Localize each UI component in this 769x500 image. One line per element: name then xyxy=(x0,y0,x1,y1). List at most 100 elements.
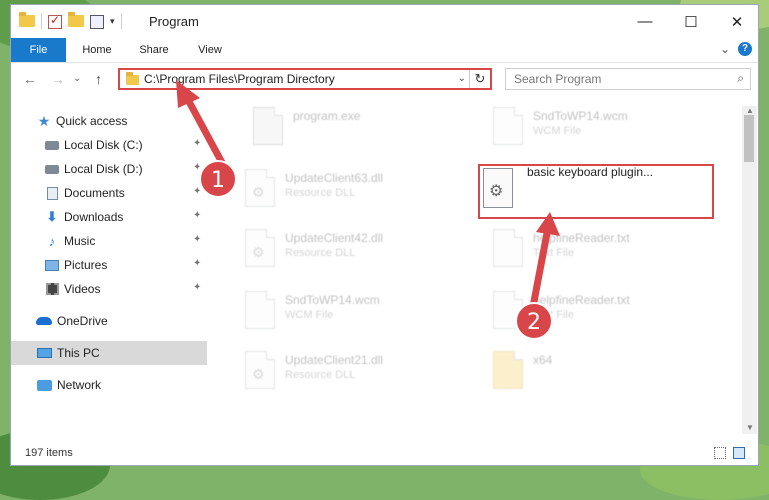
scrollbar-thumb[interactable] xyxy=(744,115,754,162)
file-name: UpdateClient42.dll xyxy=(285,231,384,245)
sidebar-item-label: Quick access xyxy=(56,114,128,128)
star-icon: ★ xyxy=(37,112,51,129)
file-name: SndToWP14.wcm xyxy=(533,109,628,123)
sidebar-item-pictures[interactable]: Pictures ✦ xyxy=(11,253,207,277)
file-tile[interactable]: UpdateClient63.dll Resource DLL xyxy=(237,165,477,221)
sidebar-item-onedrive[interactable]: OneDrive xyxy=(11,309,207,333)
sidebar-item-documents[interactable]: Documents ✦ xyxy=(11,181,207,205)
pin-icon[interactable]: ✦ xyxy=(193,258,201,269)
toolbar-divider xyxy=(41,13,42,29)
maximize-button[interactable]: ☐ xyxy=(668,5,714,38)
expand-ribbon-icon[interactable]: ⌄ xyxy=(720,42,730,56)
folder-icon xyxy=(19,12,35,29)
folder-icon xyxy=(493,351,523,389)
address-bar[interactable]: C:\Program Files\Program Directory ⌄ ↻ xyxy=(118,68,492,90)
pin-icon[interactable]: ✦ xyxy=(193,282,201,293)
folder-icon xyxy=(126,72,139,85)
file-explorer-window: ▾ Program — ☐ ✕ File Home Share View ⌄ ?… xyxy=(10,4,759,466)
sidebar-item-label: This PC xyxy=(57,346,100,360)
downloads-icon: ⬇ xyxy=(46,209,58,224)
highlighted-file-name[interactable]: basic keyboard plugin... xyxy=(527,165,653,179)
new-folder-icon[interactable] xyxy=(68,12,84,29)
pin-icon[interactable]: ✦ xyxy=(193,138,201,149)
address-row: ← → ⌄ ↑ C:\Program Files\Program Directo… xyxy=(11,63,758,95)
dll-gear-icon[interactable] xyxy=(483,168,513,208)
file-tile[interactable]: helpfineReader.txt Text File xyxy=(485,225,725,281)
tab-file[interactable]: File xyxy=(11,38,66,62)
search-input[interactable]: Search Program xyxy=(514,72,601,86)
file-name: x64 xyxy=(533,353,553,367)
sidebar-item-label: Local Disk (D:) xyxy=(64,162,143,176)
navigation-pane: ★ Quick access Local Disk (C:) ✦ Local D… xyxy=(11,101,207,433)
disk-icon xyxy=(44,162,60,176)
large-icons-view-icon[interactable] xyxy=(733,447,745,459)
sidebar-item-label: Videos xyxy=(64,282,101,296)
scroll-down-icon[interactable]: ▼ xyxy=(746,423,754,432)
pin-icon[interactable]: ✦ xyxy=(193,234,201,245)
file-icon xyxy=(245,291,275,329)
address-dropdown-icon[interactable]: ⌄ xyxy=(458,73,466,84)
forward-arrow-icon[interactable]: → xyxy=(51,71,65,87)
up-arrow-icon[interactable]: ↑ xyxy=(95,71,102,87)
file-tile[interactable]: UpdateClient21.dll Resource DLL xyxy=(237,347,477,403)
sidebar-item-this-pc[interactable]: This PC xyxy=(11,341,207,365)
sidebar-item-label: Documents xyxy=(64,186,125,200)
back-arrow-icon[interactable]: ← xyxy=(23,71,37,87)
address-path[interactable]: C:\Program Files\Program Directory xyxy=(144,72,335,86)
pin-icon[interactable]: ✦ xyxy=(193,210,201,221)
sidebar-item-label: Network xyxy=(57,378,102,392)
sidebar-item-label: OneDrive xyxy=(57,314,108,328)
file-type: Text File xyxy=(533,247,574,259)
dll-icon xyxy=(245,229,275,267)
sidebar-item-label: Downloads xyxy=(64,210,124,224)
ribbon-tabs: File Home Share View ⌄ ? xyxy=(11,38,758,63)
properties-icon[interactable] xyxy=(90,15,104,29)
tab-home[interactable]: Home xyxy=(73,38,121,62)
tab-share[interactable]: Share xyxy=(131,38,177,62)
refresh-icon[interactable]: ↻ xyxy=(469,70,490,88)
sidebar-item-music[interactable]: ♪ Music ✦ xyxy=(11,229,207,253)
quick-access-toolbar: ▾ xyxy=(19,12,122,29)
recent-locations-icon[interactable]: ⌄ xyxy=(73,73,81,84)
sidebar-item-local-disk-c[interactable]: Local Disk (C:) ✦ xyxy=(11,133,207,157)
dll-icon xyxy=(245,351,275,389)
sidebar-item-downloads[interactable]: ⬇ Downloads ✦ xyxy=(11,205,207,229)
file-name: helpfineReader.txt xyxy=(533,231,630,245)
minimize-button[interactable]: — xyxy=(622,5,668,38)
window-title: Program xyxy=(149,14,199,29)
sidebar-item-network[interactable]: Network xyxy=(11,373,207,397)
pictures-icon xyxy=(44,258,60,272)
this-pc-icon xyxy=(36,346,52,360)
file-tile[interactable]: SndToWP14.wcm WCM File xyxy=(485,103,725,159)
onedrive-icon xyxy=(36,314,52,328)
file-name: UpdateClient63.dll xyxy=(285,171,384,185)
sidebar-item-label: Local Disk (C:) xyxy=(64,138,143,152)
file-tile[interactable]: program.exe xyxy=(245,103,485,159)
file-name: UpdateClient21.dll xyxy=(285,353,384,367)
dll-icon xyxy=(245,169,275,207)
file-name: SndToWP14.wcm xyxy=(285,293,380,307)
sidebar-item-videos[interactable]: Videos ✦ xyxy=(11,277,207,301)
file-tile[interactable]: x64 xyxy=(485,347,725,403)
item-count: 197 items xyxy=(25,447,73,459)
scroll-up-icon[interactable]: ▲ xyxy=(746,106,754,115)
properties-check-icon[interactable] xyxy=(48,13,62,29)
sidebar-item-local-disk-d[interactable]: Local Disk (D:) ✦ xyxy=(11,157,207,181)
music-icon: ♪ xyxy=(48,233,56,249)
file-list: program.exe SndToWP14.wcm WCM File Updat… xyxy=(219,101,743,433)
file-name: helpfineReader.txt xyxy=(533,293,630,307)
details-view-icon[interactable] xyxy=(714,447,726,459)
file-tile[interactable]: SndToWP14.wcm WCM File xyxy=(237,287,477,343)
file-tile[interactable]: UpdateClient42.dll Resource DLL xyxy=(237,225,477,281)
customize-toolbar-dropdown-icon[interactable]: ▾ xyxy=(110,16,115,27)
exe-icon xyxy=(253,107,283,145)
search-box[interactable]: Search Program ⌕ xyxy=(505,68,751,90)
documents-icon xyxy=(44,186,60,200)
close-button[interactable]: ✕ xyxy=(714,5,758,38)
file-type: WCM File xyxy=(285,309,334,321)
help-icon[interactable]: ? xyxy=(738,42,752,56)
file-type: WCM File xyxy=(533,125,582,137)
sidebar-item-quick-access[interactable]: ★ Quick access xyxy=(11,109,207,133)
search-icon[interactable]: ⌕ xyxy=(737,71,744,86)
tab-view[interactable]: View xyxy=(187,38,233,62)
